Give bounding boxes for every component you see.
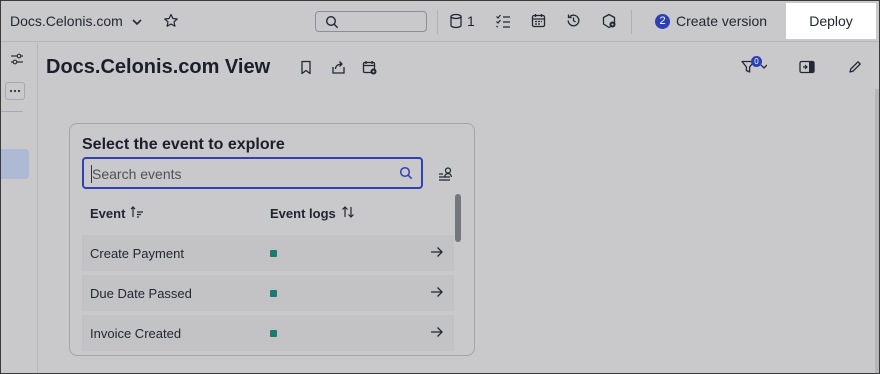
event-explorer-card: Select the event to explore Event Event … (69, 123, 475, 356)
event-name: Invoice Created (90, 326, 182, 341)
column-header-event-logs[interactable]: Event logs (270, 206, 355, 221)
event-log-marker (270, 330, 277, 337)
panel-toggle-icon[interactable] (799, 60, 815, 74)
event-log-marker (270, 290, 277, 297)
event-row-1[interactable]: Due Date Passed (82, 275, 454, 311)
calendar-settings-icon[interactable] (362, 60, 378, 76)
deploy-button[interactable]: Deploy (786, 3, 876, 39)
event-log-marker (270, 250, 277, 257)
event-row-0[interactable]: Create Payment (82, 235, 454, 271)
search-icon (325, 15, 339, 29)
column-label: Event logs (270, 206, 336, 221)
arrow-right-icon[interactable] (430, 325, 444, 343)
workspace-title: Docs.Celonis.com (10, 13, 123, 29)
search-icon[interactable] (399, 166, 413, 180)
version-count-badge: 2 (655, 13, 670, 29)
chevron-down-icon (131, 15, 143, 27)
page-title: Docs.Celonis.com View (46, 56, 271, 78)
knowledge-count: 1 (467, 13, 475, 29)
more-icon[interactable] (5, 82, 25, 100)
star-icon[interactable] (163, 13, 179, 29)
card-title: Select the event to explore (82, 136, 285, 153)
toolbar-divider (631, 10, 632, 34)
edit-icon[interactable] (848, 60, 862, 74)
sort-icon (341, 206, 355, 221)
top-bar: Docs.Celonis.com 1 2 Create version Depl… (1, 1, 879, 42)
event-search-field[interactable] (82, 157, 423, 189)
left-rail (1, 43, 38, 373)
column-header-event[interactable]: Event (90, 206, 144, 221)
column-label: Event (90, 206, 126, 221)
rail-selected-item[interactable] (1, 149, 29, 179)
event-name: Create Payment (90, 246, 184, 261)
rail-divider (1, 111, 23, 112)
create-version-button[interactable]: 2 Create version (655, 13, 767, 29)
bookmark-icon[interactable] (300, 60, 312, 75)
filter-count-badge: 0 (751, 56, 762, 67)
settings-package-icon[interactable] (601, 13, 617, 29)
list-scrollbar[interactable] (455, 194, 461, 242)
share-icon[interactable] (331, 60, 346, 75)
checklist-icon[interactable] (495, 13, 511, 29)
app-frame: Docs.Celonis.com 1 2 Create version Depl… (0, 0, 880, 374)
event-name: Due Date Passed (90, 286, 192, 301)
calendar-icon[interactable] (531, 13, 546, 28)
create-version-label: Create version (676, 13, 768, 29)
global-search-input[interactable] (315, 11, 427, 32)
event-search-input[interactable] (91, 165, 381, 183)
arrow-right-icon[interactable] (430, 285, 444, 303)
database-icon[interactable] (449, 13, 463, 29)
toolbar-divider (437, 10, 438, 34)
history-icon[interactable] (566, 13, 581, 28)
event-row-2[interactable]: Invoice Created (82, 315, 454, 351)
right-edge-scroll (875, 89, 879, 373)
person-filter-icon[interactable] (438, 166, 454, 182)
arrow-right-icon[interactable] (430, 245, 444, 263)
sliders-icon[interactable] (10, 52, 24, 66)
workspace-switcher[interactable]: Docs.Celonis.com (10, 13, 143, 29)
sort-asc-icon (130, 206, 144, 221)
